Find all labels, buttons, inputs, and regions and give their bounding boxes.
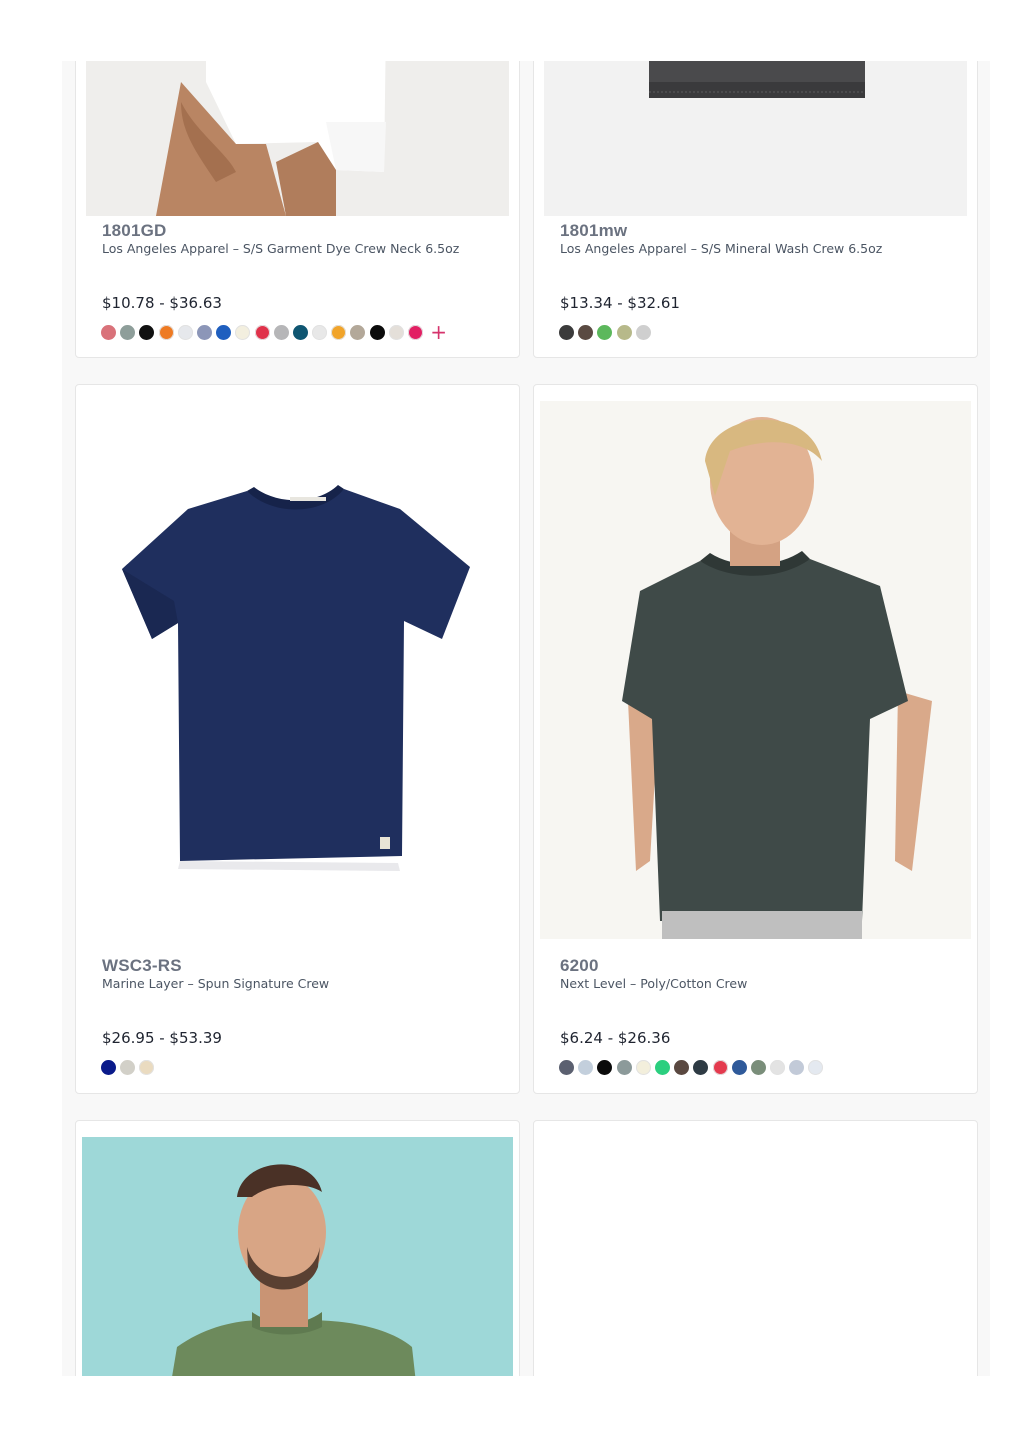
color-swatch[interactable]: [120, 1060, 136, 1075]
color-swatches: [559, 325, 651, 340]
color-swatch[interactable]: [597, 325, 613, 340]
product-image[interactable]: [86, 61, 509, 216]
color-swatch[interactable]: [616, 1060, 632, 1075]
color-swatch[interactable]: [101, 1060, 116, 1075]
color-swatch[interactable]: [559, 325, 574, 340]
color-swatch[interactable]: [654, 1060, 670, 1075]
color-swatch[interactable]: [369, 325, 385, 340]
color-swatch[interactable]: [196, 325, 212, 340]
color-swatch[interactable]: [350, 325, 366, 340]
color-swatch[interactable]: [408, 325, 423, 340]
product-sku[interactable]: 6200: [560, 956, 599, 976]
color-swatch[interactable]: [731, 1060, 747, 1075]
color-swatch[interactable]: [559, 1060, 574, 1075]
product-price: $6.24 - $26.36: [560, 1029, 671, 1047]
color-swatch[interactable]: [616, 325, 632, 340]
product-price: $13.34 - $32.61: [560, 294, 680, 312]
product-card[interactable]: [533, 1120, 978, 1376]
product-card-6200[interactable]: 6200 Next Level – Poly/Cotton Crew $6.24…: [533, 384, 978, 1094]
color-swatch[interactable]: [808, 1060, 824, 1075]
color-swatch[interactable]: [750, 1060, 766, 1075]
color-swatch[interactable]: [177, 325, 193, 340]
color-swatch[interactable]: [120, 325, 136, 340]
product-card-wsc3-rs[interactable]: WSC3-RS Marine Layer – Spun Signature Cr…: [75, 384, 520, 1094]
product-sku[interactable]: 1801GD: [102, 221, 167, 241]
color-swatch[interactable]: [331, 325, 347, 340]
color-swatch[interactable]: [635, 325, 651, 340]
product-name[interactable]: Los Angeles Apparel – S/S Garment Dye Cr…: [102, 241, 459, 256]
color-swatch[interactable]: [712, 1060, 728, 1075]
product-name[interactable]: Marine Layer – Spun Signature Crew: [102, 976, 329, 991]
product-image[interactable]: [540, 401, 971, 939]
color-swatches: [559, 1060, 824, 1075]
color-swatch[interactable]: [578, 325, 594, 340]
color-swatch[interactable]: [273, 325, 289, 340]
color-swatch[interactable]: [312, 325, 328, 340]
color-swatch[interactable]: [235, 325, 251, 340]
color-swatch[interactable]: [139, 325, 155, 340]
product-sku[interactable]: WSC3-RS: [102, 956, 182, 976]
color-swatch[interactable]: [101, 325, 116, 340]
color-swatch[interactable]: [292, 325, 308, 340]
product-image[interactable]: [82, 1137, 513, 1376]
color-swatch[interactable]: [388, 325, 404, 340]
product-image[interactable]: [544, 61, 967, 216]
color-swatch[interactable]: [770, 1060, 786, 1075]
color-swatch[interactable]: [635, 1060, 651, 1075]
product-name[interactable]: Los Angeles Apparel – S/S Mineral Wash C…: [560, 241, 882, 256]
more-colors-button[interactable]: +: [430, 322, 447, 342]
color-swatches: [101, 1060, 155, 1075]
product-image[interactable]: [82, 401, 513, 939]
color-swatch[interactable]: [158, 325, 174, 340]
color-swatch[interactable]: [578, 1060, 594, 1075]
color-swatches: +: [101, 322, 447, 342]
color-swatch[interactable]: [789, 1060, 805, 1075]
product-sku[interactable]: 1801mw: [560, 221, 627, 241]
color-swatch[interactable]: [254, 325, 270, 340]
color-swatch[interactable]: [674, 1060, 690, 1075]
product-card-1801gd[interactable]: 1801GD Los Angeles Apparel – S/S Garment…: [75, 61, 520, 358]
product-price: $26.95 - $53.39: [102, 1029, 222, 1047]
color-swatch[interactable]: [597, 1060, 613, 1075]
product-price: $10.78 - $36.63: [102, 294, 222, 312]
product-name[interactable]: Next Level – Poly/Cotton Crew: [560, 976, 747, 991]
product-card-1801mw[interactable]: 1801mw Los Angeles Apparel – S/S Mineral…: [533, 61, 978, 358]
color-swatch[interactable]: [139, 1060, 155, 1075]
product-card[interactable]: [75, 1120, 520, 1376]
color-swatch[interactable]: [216, 325, 232, 340]
color-swatch[interactable]: [693, 1060, 709, 1075]
product-grid: 1801GD Los Angeles Apparel – S/S Garment…: [62, 61, 990, 1376]
